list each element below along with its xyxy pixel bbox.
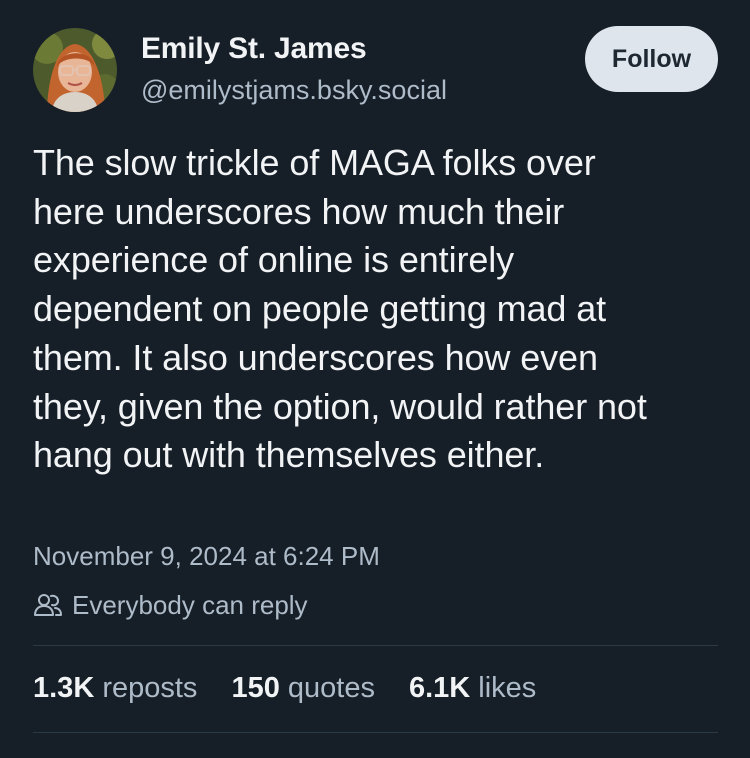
author-handle[interactable]: @emilystjams.bsky.social (141, 75, 447, 106)
avatar[interactable] (33, 28, 117, 112)
post-body-line: dependent on people getting mad at (33, 288, 607, 330)
likes-label: likes (478, 672, 537, 704)
post-body-line: The slow trickle of MAGA folks over (33, 142, 596, 183)
quotes-stat[interactable]: 150 quotes (231, 672, 375, 705)
divider (33, 732, 718, 733)
quotes-label: quotes (287, 672, 375, 704)
post-body-line: they, given the option, would rather not (33, 385, 647, 427)
likes-stat[interactable]: 6.1K likes (409, 672, 536, 705)
post-body-line: hang out with themselves either. (33, 434, 545, 476)
post-timestamp[interactable]: November 9, 2024 at 6:24 PM (33, 541, 380, 572)
divider (33, 645, 718, 646)
post-body-line: here underscores how much their (33, 190, 565, 232)
likes-count: 6.1K (408, 672, 471, 704)
post-body: The slow trickle of MAGA folks over here… (33, 139, 733, 480)
follow-button[interactable]: Follow (585, 26, 718, 92)
engagement-stats: 1.3K reposts 150 quotes 6.1K likes (33, 672, 570, 705)
reposts-count: 1.3K (33, 672, 95, 704)
quotes-count: 150 (231, 672, 280, 704)
people-icon (33, 590, 63, 620)
post-card: Emily St. James @emilystjams.bsky.social… (0, 0, 750, 758)
author-display-name[interactable]: Emily St. James (141, 32, 367, 66)
reply-setting-label: Everybody can reply (72, 589, 308, 620)
reposts-stat[interactable]: 1.3K reposts (33, 672, 197, 705)
reply-setting: Everybody can reply (33, 589, 308, 621)
reposts-label: reposts (102, 672, 198, 704)
post-body-line: them. It also underscores how even (33, 336, 598, 378)
post-body-line: experience of online is entirely (33, 239, 515, 281)
avatar-image (33, 28, 117, 112)
